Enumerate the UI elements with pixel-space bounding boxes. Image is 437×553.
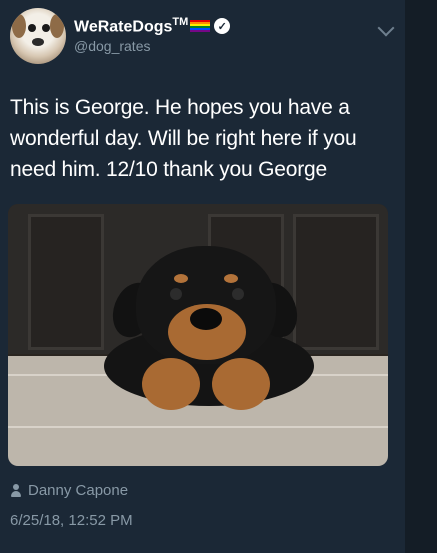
tweet-photo[interactable] (8, 204, 388, 466)
puppy-nose (190, 308, 222, 330)
tweet-text: This is George. He hopes you have a wond… (10, 96, 357, 181)
photo-credit-name: Danny Capone (28, 482, 129, 499)
avatar[interactable] (10, 8, 66, 64)
avatar-nose (32, 38, 44, 46)
puppy (104, 246, 314, 416)
tweet-card: WeRateDogsTM ✓ @dog_rates This is George… (0, 0, 405, 553)
puppy-paw-left (142, 358, 200, 410)
photo-cabinet-door (293, 214, 379, 350)
verified-badge-icon: ✓ (214, 18, 231, 35)
puppy-brow-left (174, 274, 188, 283)
photo-cabinet-door (28, 214, 104, 350)
puppy-brow-right (224, 274, 238, 283)
trademark: TM (172, 16, 189, 28)
timestamp[interactable]: 6/25/18, 12:52 PM (10, 512, 133, 529)
side-panel (405, 0, 437, 553)
avatar-eye-left (28, 24, 36, 32)
name-row[interactable]: WeRateDogsTM ✓ (74, 16, 231, 36)
puppy-paw-right (212, 358, 270, 410)
puppy-eye-right (232, 288, 244, 300)
display-name[interactable]: WeRateDogsTM (74, 16, 188, 36)
display-name-text: WeRateDogs (74, 18, 173, 36)
avatar-ear-left (12, 14, 26, 38)
chevron-down-icon[interactable] (377, 19, 395, 37)
handle[interactable]: @dog_rates (74, 38, 150, 54)
person-icon (10, 483, 22, 498)
tweet-header: WeRateDogsTM ✓ @dog_rates (10, 8, 400, 66)
avatar-ear-right (50, 14, 64, 38)
photo-credit[interactable]: Danny Capone (10, 482, 128, 499)
avatar-eye-right (42, 24, 50, 32)
photo-floor-line (8, 426, 388, 428)
rainbow-flag-icon (190, 20, 211, 33)
puppy-eye-left (170, 288, 182, 300)
